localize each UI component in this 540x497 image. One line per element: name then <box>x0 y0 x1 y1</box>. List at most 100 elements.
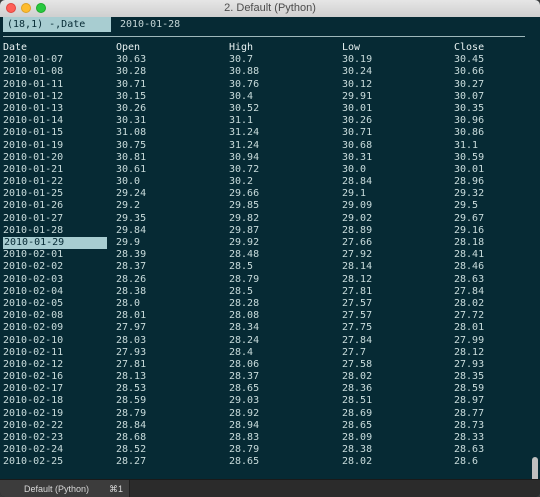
date-cell[interactable]: 2010-02-04 <box>3 286 107 298</box>
table-row[interactable]: 2010-02-16 28.13 28.37 28.02 28.35 <box>0 371 540 383</box>
date-cell[interactable]: 2010-02-02 <box>3 261 107 273</box>
value-cell[interactable]: 28.37 <box>116 261 146 273</box>
value-cell[interactable]: 28.65 <box>229 383 259 395</box>
value-cell[interactable]: 29.9 <box>116 237 140 249</box>
terminal-content[interactable]: (18,1) -,Date 2010-01-28 Date Open High … <box>0 17 540 494</box>
table-row[interactable]: 2010-02-09 27.97 28.34 27.75 28.01 <box>0 322 540 334</box>
date-cell[interactable]: 2010-01-28 <box>3 225 107 237</box>
value-cell[interactable]: 28.59 <box>454 383 484 395</box>
date-cell[interactable]: 2010-02-24 <box>3 444 107 456</box>
table-row[interactable]: 2010-02-19 28.79 28.92 28.69 28.77 <box>0 408 540 420</box>
value-cell[interactable]: 30.26 <box>116 103 146 115</box>
date-cell[interactable]: 2010-02-09 <box>3 322 107 334</box>
value-cell[interactable]: 28.5 <box>229 286 253 298</box>
value-cell[interactable]: 30.19 <box>342 54 372 66</box>
value-cell[interactable]: 28.41 <box>454 249 484 261</box>
value-cell[interactable]: 30.52 <box>229 103 259 115</box>
value-cell[interactable]: 28.02 <box>342 456 372 468</box>
value-cell[interactable]: 28.77 <box>454 408 484 420</box>
table-row[interactable]: 2010-02-22 28.84 28.94 28.65 28.73 <box>0 420 540 432</box>
value-cell[interactable]: 30.72 <box>229 164 259 176</box>
value-cell[interactable]: 28.39 <box>116 249 146 261</box>
table-row[interactable]: 2010-01-12 30.15 30.4 29.91 30.07 <box>0 91 540 103</box>
value-cell[interactable]: 30.96 <box>454 115 484 127</box>
value-cell[interactable]: 30.0 <box>116 176 140 188</box>
value-cell[interactable]: 28.89 <box>342 225 372 237</box>
table-row[interactable]: 2010-01-29 29.9 29.92 27.66 28.18 <box>0 237 540 250</box>
value-cell[interactable]: 28.52 <box>116 444 146 456</box>
value-cell[interactable]: 30.61 <box>116 164 146 176</box>
table-row[interactable]: 2010-01-11 30.71 30.76 30.12 30.27 <box>0 79 540 91</box>
value-cell[interactable]: 27.81 <box>342 286 372 298</box>
value-cell[interactable]: 28.65 <box>229 456 259 468</box>
value-cell[interactable]: 28.63 <box>454 444 484 456</box>
value-cell[interactable]: 29.09 <box>342 200 372 212</box>
table-row[interactable]: 2010-01-13 30.26 30.52 30.01 30.35 <box>0 103 540 115</box>
table-row[interactable]: 2010-02-03 28.26 28.79 28.12 28.63 <box>0 274 540 286</box>
column-header[interactable]: Close <box>454 42 484 54</box>
value-cell[interactable]: 28.28 <box>229 298 259 310</box>
value-cell[interactable]: 30.31 <box>116 115 146 127</box>
value-cell[interactable]: 28.51 <box>342 395 372 407</box>
value-cell[interactable]: 30.4 <box>229 91 253 103</box>
value-cell[interactable]: 27.57 <box>342 298 372 310</box>
value-cell[interactable]: 30.7 <box>229 54 253 66</box>
value-cell[interactable]: 31.24 <box>229 140 259 152</box>
column-header[interactable]: Open <box>116 42 140 54</box>
table-row[interactable]: 2010-01-20 30.81 30.94 30.31 30.59 <box>0 152 540 164</box>
date-cell[interactable]: 2010-02-22 <box>3 420 107 432</box>
value-cell[interactable]: 28.12 <box>342 274 372 286</box>
value-cell[interactable]: 29.84 <box>116 225 146 237</box>
value-cell[interactable]: 29.66 <box>229 188 259 200</box>
value-cell[interactable]: 30.26 <box>342 115 372 127</box>
value-cell[interactable]: 31.24 <box>229 127 259 139</box>
table-row[interactable]: 2010-01-27 29.35 29.82 29.02 29.67 <box>0 213 540 225</box>
data-table[interactable]: Date Open High Low Close 2010-01-07 30.63… <box>0 42 540 469</box>
value-cell[interactable]: 28.73 <box>454 420 484 432</box>
value-cell[interactable]: 29.92 <box>229 237 259 249</box>
date-cell[interactable]: 2010-02-23 <box>3 432 107 444</box>
value-cell[interactable]: 27.93 <box>116 347 146 359</box>
value-cell[interactable]: 28.92 <box>229 408 259 420</box>
value-cell[interactable]: 27.72 <box>454 310 484 322</box>
date-cell[interactable]: 2010-02-19 <box>3 408 107 420</box>
value-cell[interactable]: 29.87 <box>229 225 259 237</box>
value-cell[interactable]: 28.33 <box>454 432 484 444</box>
value-cell[interactable]: 28.65 <box>342 420 372 432</box>
value-cell[interactable]: 30.76 <box>229 79 259 91</box>
value-cell[interactable]: 28.35 <box>454 371 484 383</box>
date-cell[interactable]: 2010-01-19 <box>3 140 107 152</box>
date-cell[interactable]: 2010-01-11 <box>3 79 107 91</box>
value-cell[interactable]: 30.27 <box>454 79 484 91</box>
value-cell[interactable]: 28.24 <box>229 335 259 347</box>
value-cell[interactable]: 31.1 <box>229 115 253 127</box>
value-cell[interactable]: 28.63 <box>454 274 484 286</box>
table-row[interactable]: 2010-02-24 28.52 28.79 28.38 28.63 <box>0 444 540 456</box>
value-cell[interactable]: 28.79 <box>229 444 259 456</box>
value-cell[interactable]: 28.0 <box>116 298 140 310</box>
value-cell[interactable]: 28.01 <box>116 310 146 322</box>
value-cell[interactable]: 30.86 <box>454 127 484 139</box>
value-cell[interactable]: 27.93 <box>454 359 484 371</box>
table-row[interactable]: 2010-02-23 28.68 28.83 28.09 28.33 <box>0 432 540 444</box>
value-cell[interactable]: 28.59 <box>116 395 146 407</box>
value-cell[interactable]: 27.97 <box>116 322 146 334</box>
date-cell[interactable]: 2010-01-21 <box>3 164 107 176</box>
value-cell[interactable]: 29.16 <box>454 225 484 237</box>
date-cell[interactable]: 2010-02-08 <box>3 310 107 322</box>
table-row[interactable]: 2010-02-11 27.93 28.4 27.7 28.12 <box>0 347 540 359</box>
date-cell[interactable]: 2010-01-07 <box>3 54 107 66</box>
value-cell[interactable]: 30.07 <box>454 91 484 103</box>
value-cell[interactable]: 30.81 <box>116 152 146 164</box>
value-cell[interactable]: 28.08 <box>229 310 259 322</box>
column-header[interactable]: High <box>229 42 253 54</box>
date-cell[interactable]: 2010-02-16 <box>3 371 107 383</box>
date-cell[interactable]: 2010-02-18 <box>3 395 107 407</box>
table-row[interactable]: 2010-01-21 30.61 30.72 30.0 30.01 <box>0 164 540 176</box>
table-row[interactable]: 2010-02-04 28.38 28.5 27.81 27.84 <box>0 286 540 298</box>
table-row[interactable]: 2010-02-12 27.81 28.06 27.58 27.93 <box>0 359 540 371</box>
value-cell[interactable]: 27.99 <box>454 335 484 347</box>
value-cell[interactable]: 28.84 <box>116 420 146 432</box>
date-cell[interactable]: 2010-02-05 <box>3 298 107 310</box>
value-cell[interactable]: 28.97 <box>454 395 484 407</box>
